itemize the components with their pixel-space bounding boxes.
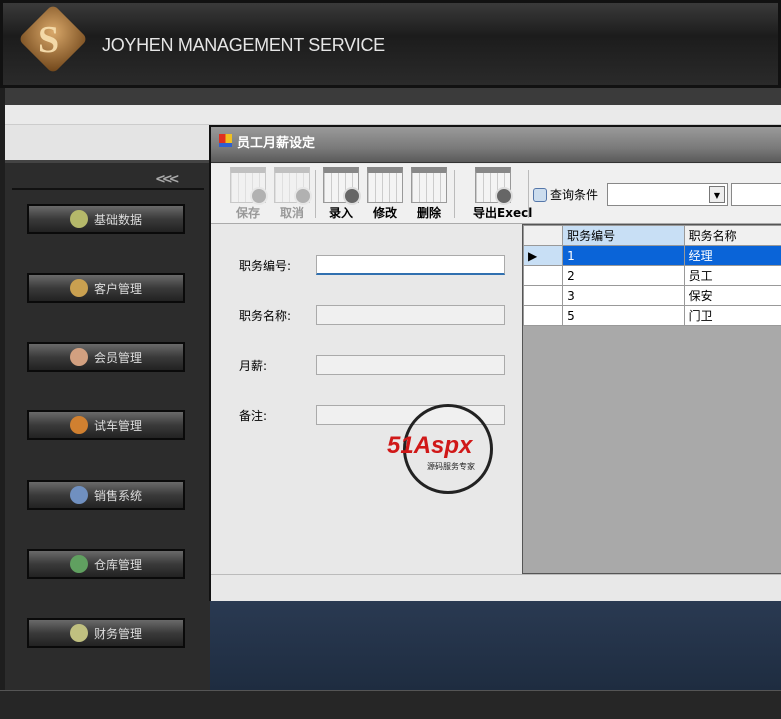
toolbar: 保存 取消 录入 修改 删除 导出Execl 查询条件 ▼	[211, 164, 781, 224]
delete-label: 删除	[416, 206, 441, 220]
calendar-edit-icon	[367, 167, 403, 203]
id-label: 职务编号:	[239, 259, 292, 273]
table-cell[interactable]: 经理	[683, 245, 781, 266]
watermark-subtitle: 源码服务专家	[427, 462, 475, 471]
row-header-corner	[522, 225, 564, 246]
salary-input[interactable]	[316, 355, 505, 375]
table-cell[interactable]: 5	[562, 305, 685, 326]
save-label: 保存	[235, 206, 260, 220]
export-excel-button[interactable]: 导出Execl	[473, 167, 533, 221]
row-header[interactable]	[522, 265, 564, 286]
sidebar-item-label: 财务管理	[93, 626, 142, 641]
left-top-panel	[5, 125, 210, 162]
calendar-delete-icon	[411, 167, 447, 203]
calendar-cancel-icon	[274, 167, 312, 205]
finance-icon	[69, 624, 88, 642]
add-label: 录入	[328, 206, 353, 220]
sidebar-item-label: 仓库管理	[93, 557, 142, 572]
sidebar-item-0[interactable]: 基础数据	[27, 204, 185, 234]
sidebar-item-label: 试车管理	[93, 418, 142, 433]
salary-dialog: 员工月薪设定 保存 取消 录入 修改 删除 导出Execl 查询条件 ▼ 职务编…	[209, 125, 781, 601]
column-header[interactable]: 职务编号	[562, 225, 685, 246]
sidebar-divider	[12, 188, 204, 190]
table-row[interactable]: 5 门卫	[522, 305, 781, 326]
edit-button[interactable]: 修改	[365, 167, 405, 221]
query-input[interactable]	[731, 183, 781, 206]
app-icon	[219, 134, 232, 147]
toolbar-separator	[528, 170, 529, 218]
positions-grid: 职务编号 职务名称 ▶ 1 经理 2 员工 3 保安 5 门卫	[522, 224, 781, 574]
menu-bar	[5, 88, 781, 105]
table-cell[interactable]: 员工	[683, 265, 781, 286]
calendar-export-icon	[475, 167, 513, 205]
collapse-sidebar-button[interactable]: <<<	[155, 172, 180, 187]
save-button[interactable]: 保存	[228, 167, 268, 221]
row-header[interactable]	[522, 285, 564, 306]
dialog-footer	[211, 574, 781, 601]
toolbar-separator	[454, 170, 455, 218]
export-label: 导出Execl	[473, 206, 533, 220]
sidebar-item-3[interactable]: 试车管理	[27, 410, 185, 440]
sidebar-item-label: 会员管理	[93, 350, 142, 365]
note-label: 备注:	[239, 409, 268, 423]
add-button[interactable]: 录入	[321, 167, 361, 221]
toolbar-separator	[315, 170, 316, 218]
salary-label: 月薪:	[239, 359, 268, 373]
dialog-titlebar[interactable]: 员工月薪设定	[211, 127, 781, 163]
watermark-logo: 51Aspx	[387, 432, 473, 459]
query-icon	[533, 187, 547, 202]
chevron-down-icon[interactable]: ▼	[709, 186, 725, 203]
sidebar-item-5[interactable]: 仓库管理	[27, 549, 185, 579]
table-cell[interactable]: 1	[562, 245, 685, 266]
row-header[interactable]	[522, 305, 564, 326]
sidebar-item-label: 基础数据	[93, 212, 142, 227]
delete-button[interactable]: 删除	[409, 167, 449, 221]
column-header[interactable]: 职务名称	[683, 225, 781, 246]
monitor-icon	[69, 486, 88, 504]
table-cell[interactable]: 2	[562, 265, 685, 286]
table-row[interactable]: 2 员工	[522, 265, 781, 286]
row-header[interactable]: ▶	[522, 245, 564, 266]
position-name-input[interactable]	[316, 305, 505, 325]
table-row[interactable]: ▶ 1 经理	[522, 245, 781, 266]
tool-strip	[5, 105, 781, 125]
table-cell[interactable]: 3	[562, 285, 685, 306]
brand-title: JOYHEN MANAGEMENT SERVICE	[102, 35, 385, 55]
table-cell[interactable]: 门卫	[683, 305, 781, 326]
status-bar	[0, 690, 781, 719]
table-row[interactable]: 3 保安	[522, 285, 781, 306]
warehouse-icon	[69, 555, 88, 573]
name-label: 职务名称:	[239, 309, 292, 323]
dialog-title: 员工月薪设定	[237, 136, 316, 151]
sidebar-item-label: 客户管理	[93, 281, 142, 296]
signpost-icon	[69, 416, 88, 434]
sidebar-item-4[interactable]: 销售系统	[27, 480, 185, 510]
sidebar-item-label: 销售系统	[93, 488, 142, 503]
member-icon	[69, 348, 88, 366]
query-label-text: 查询条件	[550, 188, 599, 202]
gear-icon	[69, 210, 88, 228]
workspace-background	[210, 601, 781, 690]
table-cell[interactable]: 保安	[683, 285, 781, 306]
cancel-button[interactable]: 取消	[272, 167, 312, 221]
edit-label: 修改	[372, 206, 397, 220]
sidebar-item-6[interactable]: 财务管理	[27, 618, 185, 648]
sidebar-item-2[interactable]: 会员管理	[27, 342, 185, 372]
calendar-add-icon	[323, 167, 361, 205]
position-id-input[interactable]	[316, 255, 505, 275]
users-icon	[69, 279, 88, 297]
query-condition-select[interactable]: ▼	[607, 183, 728, 206]
grid-table: 职务编号 职务名称 ▶ 1 经理 2 员工 3 保安 5 门卫	[522, 225, 781, 326]
cancel-label: 取消	[279, 206, 304, 220]
sidebar-item-1[interactable]: 客户管理	[27, 273, 185, 303]
query-label: 查询条件	[533, 186, 598, 203]
logo-letter: S	[38, 19, 60, 61]
calendar-check-icon	[230, 167, 268, 205]
